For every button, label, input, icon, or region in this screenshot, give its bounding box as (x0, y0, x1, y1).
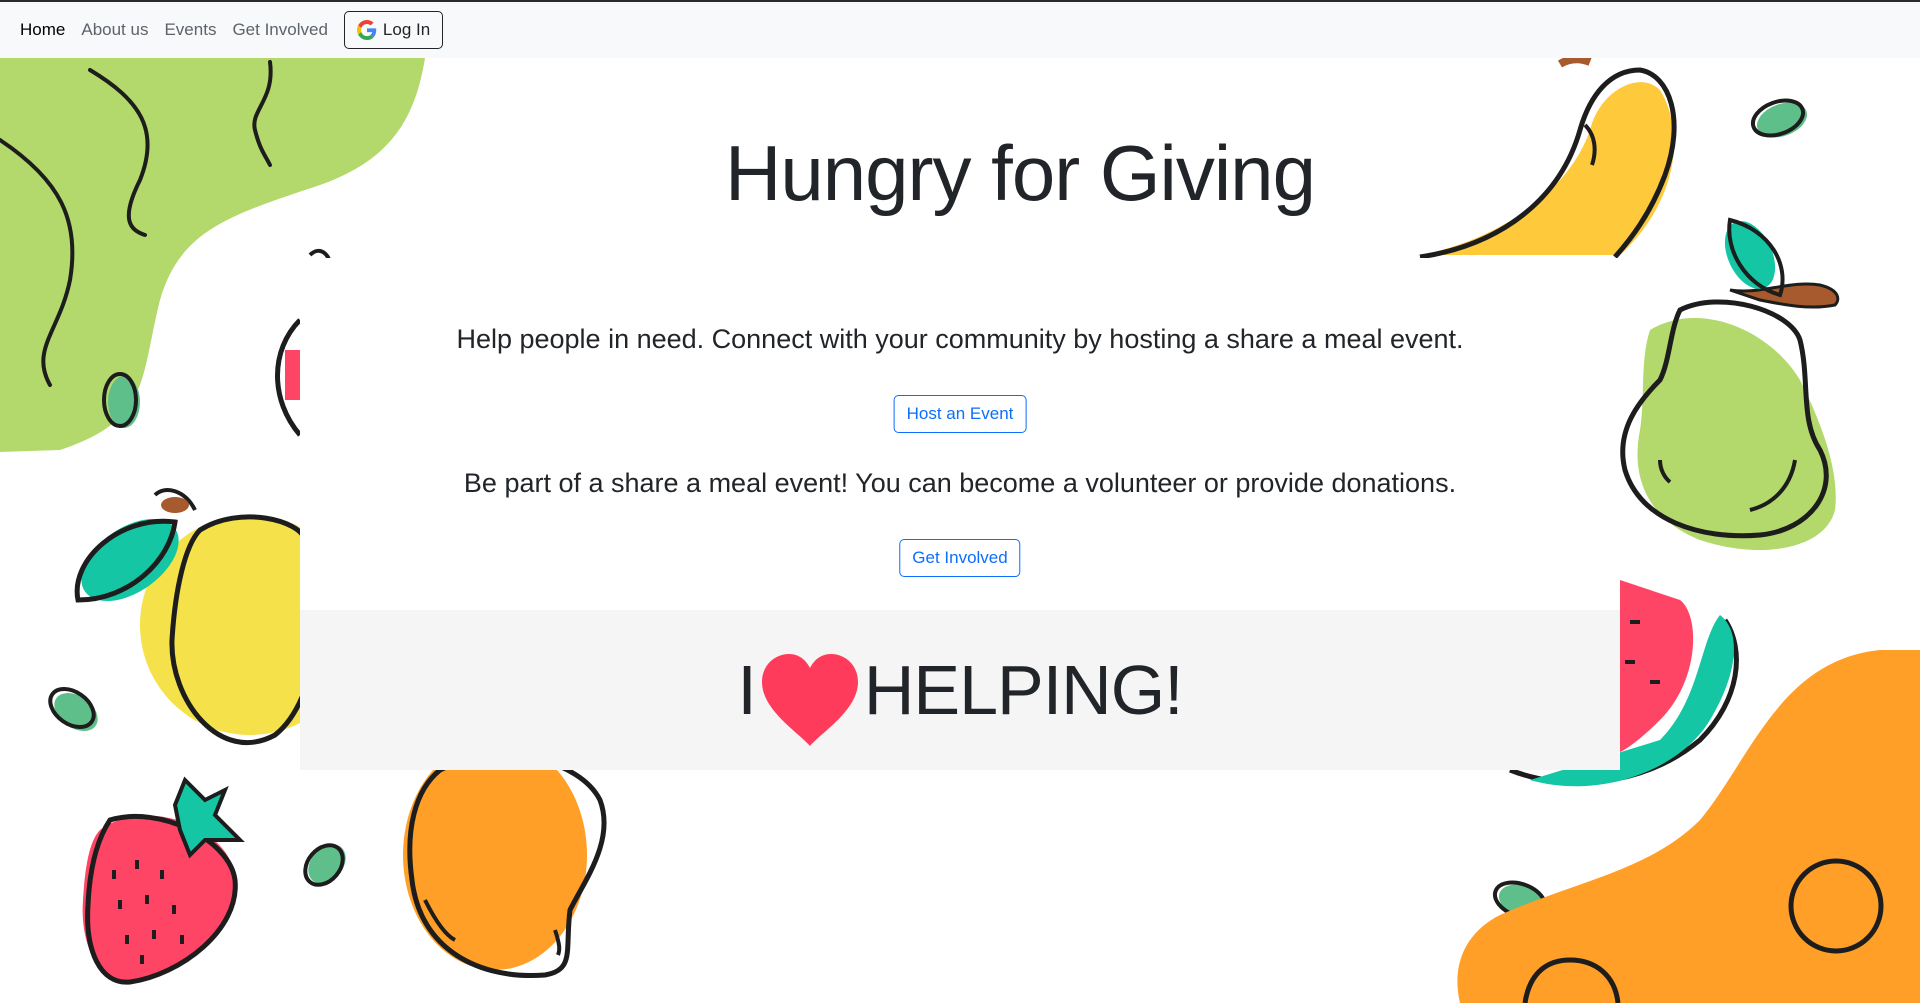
get-involved-button[interactable]: Get Involved (899, 539, 1021, 577)
leaf-right-1 (1750, 98, 1808, 138)
banner-prefix: I (737, 651, 756, 729)
login-label: Log In (382, 20, 431, 39)
mango (403, 740, 607, 979)
banner-suffix: HELPING! (863, 651, 1184, 729)
pear (1620, 217, 1840, 550)
heart-icon (761, 654, 858, 746)
google-icon (356, 20, 377, 40)
strawberry (82, 776, 245, 985)
nav-events[interactable]: Events (164, 20, 216, 40)
login-button[interactable]: Log In (343, 11, 444, 49)
leaf-left-2 (48, 686, 98, 732)
nav-home[interactable]: Home (20, 20, 65, 40)
nav-get-involved[interactable]: Get Involved (232, 20, 327, 40)
love-helping-banner: I HELPING! (300, 610, 1620, 770)
cta-card: Help people in need. Connect with your c… (300, 258, 1620, 610)
involve-description: Be part of a share a meal event! You can… (463, 468, 1457, 498)
host-event-button[interactable]: Host an Event (893, 395, 1027, 433)
hero-header: Hungry for Giving (430, 58, 1610, 258)
navbar: Home About us Events Get Involved Log In (0, 2, 1920, 58)
nav-about-us[interactable]: About us (81, 20, 148, 40)
page-title: Hungry for Giving (725, 129, 1316, 217)
host-description: Help people in need. Connect with your c… (456, 324, 1464, 354)
leaf-left-3 (303, 843, 346, 887)
